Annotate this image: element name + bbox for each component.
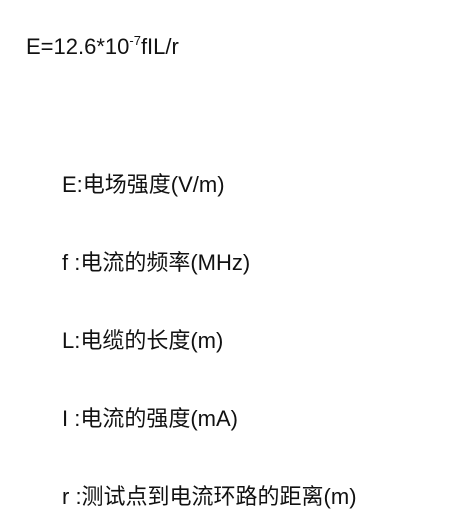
definition-f: f :电流的频率(MHz) — [62, 250, 251, 275]
definition-list: E:电场强度(V/m) f :电流的频率(MHz) L:电缆的长度(m) I :… — [62, 171, 357, 511]
definition-l: L:电缆的长度(m) — [62, 328, 224, 353]
definition-r: r :测试点到电流环路的距离(m) — [62, 484, 357, 509]
formula-main: E=12.6*10 — [26, 34, 130, 59]
formula-exponent: -7 — [129, 33, 141, 48]
definition-e: E:电场强度(V/m) — [62, 172, 225, 197]
definition-i: I :电流的强度(mA) — [62, 406, 238, 431]
formula: E=12.6*10-7fIL/r — [26, 33, 179, 61]
formula-tail: fIL/r — [140, 34, 179, 59]
